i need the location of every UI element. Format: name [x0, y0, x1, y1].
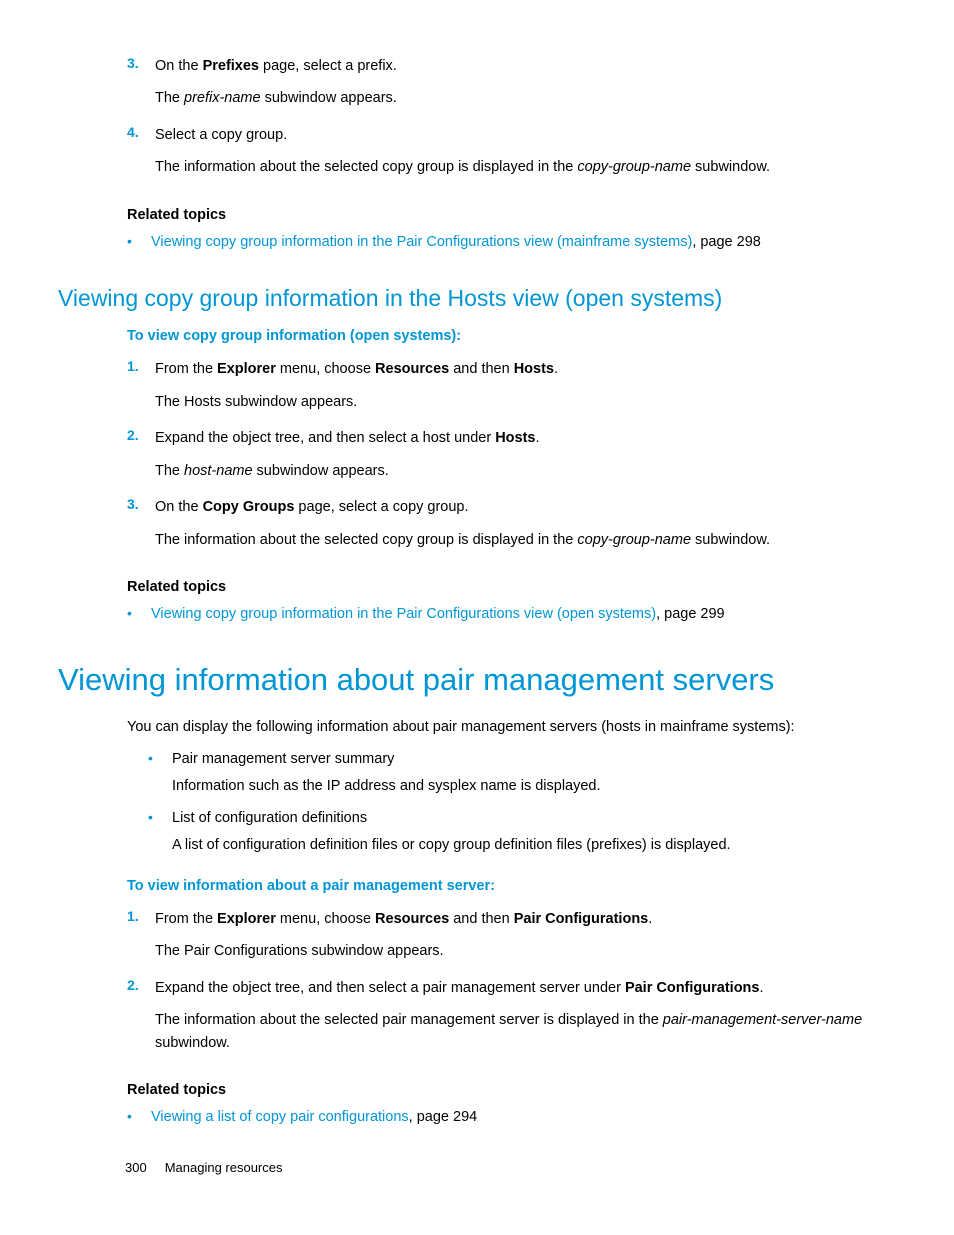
- step-number: 2.: [127, 427, 155, 492]
- step-number: 3.: [127, 496, 155, 561]
- related-topics-heading: Related topics: [127, 1082, 896, 1098]
- text-bold: Explorer: [217, 361, 276, 377]
- text-bold: Pair Configurations: [514, 911, 649, 927]
- text: page, select a copy group.: [294, 499, 468, 515]
- text: The information about the selected copy …: [155, 159, 577, 175]
- text: .: [554, 361, 558, 377]
- text: subwindow.: [691, 159, 770, 175]
- intro-paragraph: You can display the following informatio…: [127, 716, 896, 738]
- step-number: 4.: [127, 124, 155, 189]
- step-number: 2.: [127, 977, 155, 1064]
- text: Pair management server summary: [172, 748, 601, 770]
- text: The information about the selected copy …: [155, 532, 577, 548]
- text: The Hosts subwindow appears.: [155, 391, 558, 413]
- related-topic-item: • Viewing a list of copy pair configurat…: [58, 1106, 896, 1128]
- text: page, select a prefix.: [259, 58, 397, 74]
- step-4: 4. Select a copy group. The information …: [58, 124, 896, 189]
- text: The: [155, 463, 184, 479]
- text: menu, choose: [276, 911, 375, 927]
- text-bold: Resources: [375, 361, 449, 377]
- mid-step-1: 1. From the Explorer menu, choose Resour…: [58, 358, 896, 423]
- step-3: 3. On the Prefixes page, select a prefix…: [58, 55, 896, 120]
- text: .: [648, 911, 652, 927]
- text: .: [759, 980, 763, 996]
- related-link[interactable]: Viewing copy group information in the Pa…: [151, 234, 692, 250]
- page-ref: , page 299: [656, 606, 725, 622]
- text: Information such as the IP address and s…: [172, 775, 601, 797]
- text: subwindow appears.: [253, 463, 389, 479]
- related-link[interactable]: Viewing a list of copy pair configuratio…: [151, 1109, 409, 1125]
- text: List of configuration definitions: [172, 807, 731, 829]
- text: From the: [155, 361, 217, 377]
- section-heading-hosts-view: Viewing copy group information in the Ho…: [58, 285, 896, 312]
- info-bullet: • Pair management server summary Informa…: [58, 748, 896, 801]
- text-bold: Prefixes: [203, 58, 259, 74]
- text-bold: Hosts: [514, 361, 554, 377]
- text: On the: [155, 499, 203, 515]
- related-topic-item: • Viewing copy group information in the …: [58, 603, 896, 625]
- text: The: [155, 90, 184, 106]
- bullet-icon: •: [127, 1106, 151, 1128]
- bullet-icon: •: [148, 748, 172, 801]
- related-topics-heading: Related topics: [127, 207, 896, 223]
- page-number: 300: [125, 1160, 147, 1175]
- related-topic-item: • Viewing copy group information in the …: [58, 231, 896, 253]
- text: On the: [155, 58, 203, 74]
- text-italic: copy-group-name: [577, 159, 691, 175]
- related-topics-heading: Related topics: [127, 579, 896, 595]
- related-link[interactable]: Viewing copy group information in the Pa…: [151, 606, 656, 622]
- procedure-lead: To view copy group information (open sys…: [127, 328, 896, 344]
- bullet-icon: •: [148, 807, 172, 860]
- procedure-lead: To view information about a pair managem…: [127, 878, 896, 894]
- bottom-step-1: 1. From the Explorer menu, choose Resour…: [58, 908, 896, 973]
- text: .: [535, 430, 539, 446]
- step-number: 1.: [127, 908, 155, 973]
- step-number: 1.: [127, 358, 155, 423]
- text: A list of configuration definition files…: [172, 834, 731, 856]
- text: The information about the selected pair …: [155, 1012, 663, 1028]
- info-bullet: • List of configuration definitions A li…: [58, 807, 896, 860]
- text: The Pair Configurations subwindow appear…: [155, 940, 652, 962]
- text: and then: [449, 361, 514, 377]
- text-bold: Copy Groups: [203, 499, 295, 515]
- text: Select a copy group.: [155, 124, 770, 146]
- text: subwindow appears.: [261, 90, 397, 106]
- text: Expand the object tree, and then select …: [155, 980, 625, 996]
- text-bold: Resources: [375, 911, 449, 927]
- page-ref: , page 294: [409, 1109, 478, 1125]
- text-italic: prefix-name: [184, 90, 261, 106]
- mid-step-2: 2. Expand the object tree, and then sele…: [58, 427, 896, 492]
- text: subwindow.: [691, 532, 770, 548]
- page-footer: 300 Managing resources: [125, 1160, 283, 1175]
- page-ref: , page 298: [692, 234, 761, 250]
- text-italic: copy-group-name: [577, 532, 691, 548]
- text: menu, choose: [276, 361, 375, 377]
- text: From the: [155, 911, 217, 927]
- step-number: 3.: [127, 55, 155, 120]
- bullet-icon: •: [127, 603, 151, 625]
- text-bold: Hosts: [495, 430, 535, 446]
- bottom-step-2: 2. Expand the object tree, and then sele…: [58, 977, 896, 1064]
- text-bold: Explorer: [217, 911, 276, 927]
- mid-step-3: 3. On the Copy Groups page, select a cop…: [58, 496, 896, 561]
- text: Expand the object tree, and then select …: [155, 430, 495, 446]
- bullet-icon: •: [127, 231, 151, 253]
- text-bold: Pair Configurations: [625, 980, 760, 996]
- text-italic: pair-management-server-name: [663, 1012, 862, 1028]
- text: subwindow.: [155, 1035, 230, 1051]
- text-italic: host-name: [184, 463, 253, 479]
- footer-title: Managing resources: [165, 1160, 283, 1175]
- section-heading-pair-management: Viewing information about pair managemen…: [58, 662, 896, 698]
- text: and then: [449, 911, 514, 927]
